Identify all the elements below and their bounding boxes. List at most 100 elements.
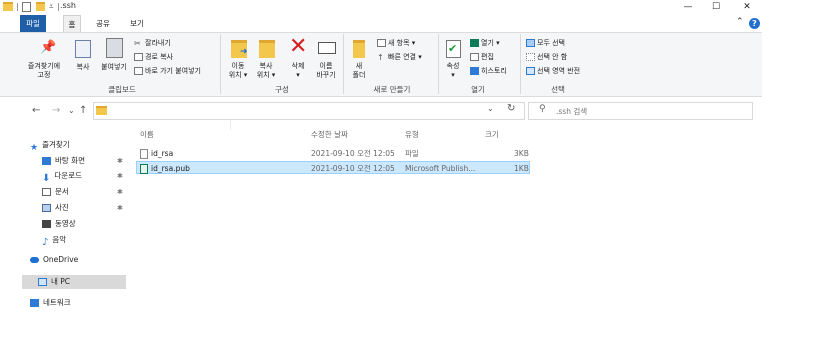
- collapse-ribbon-chevron-icon[interactable]: ⌃: [736, 17, 744, 27]
- nav-item-music[interactable]: ♪ 음악: [42, 233, 138, 248]
- group-separator: [220, 34, 221, 94]
- folder-icon: [3, 2, 13, 11]
- tab-view[interactable]: 보기: [126, 15, 148, 32]
- file-row-selected[interactable]: id_rsa.pub 2021-09-10 오전 12:05 Microsoft…: [136, 161, 530, 174]
- new-folder-icon: [353, 40, 365, 58]
- pin-icon: ✱: [117, 172, 123, 180]
- nav-item-pictures[interactable]: 사진: [42, 201, 138, 215]
- help-icon[interactable]: ?: [749, 18, 760, 29]
- copy-path-button[interactable]: 경로 복사: [134, 52, 173, 62]
- music-icon: ♪: [42, 237, 49, 248]
- file-row[interactable]: id_rsa 2021-09-10 오전 12:05 파일 3KB: [136, 147, 530, 160]
- pin-icon: ✱: [117, 157, 123, 165]
- nav-onedrive[interactable]: OneDrive: [30, 253, 126, 267]
- move-arrow-icon: ➜: [240, 47, 248, 57]
- open-label: 열기 ▾: [481, 39, 500, 47]
- column-header-type[interactable]: 유형: [405, 129, 419, 140]
- address-bar[interactable]: [93, 102, 525, 120]
- title-separator: [17, 3, 18, 11]
- refresh-icon[interactable]: ↻: [507, 103, 515, 114]
- select-none-button[interactable]: 선택 안 함: [526, 52, 567, 62]
- tab-file[interactable]: 파일: [20, 15, 46, 32]
- easy-access-button[interactable]: ↑ 빠른 연결 ▾: [377, 52, 422, 62]
- recent-locations-chevron-icon[interactable]: ⌄: [68, 106, 75, 115]
- easy-access-label: 빠른 연결 ▾: [388, 53, 422, 61]
- nav-item-desktop[interactable]: 바탕 화면: [42, 154, 138, 168]
- nav-this-pc-label: 내 PC: [51, 277, 71, 286]
- file-modified: 2021-09-10 오전 12:05: [311, 149, 395, 158]
- column-header-name[interactable]: 이름: [140, 129, 154, 140]
- group-separator: [438, 34, 439, 94]
- group-label-clipboard: 클립보드: [108, 85, 136, 94]
- paste-button[interactable]: 붙여넣기: [98, 63, 130, 72]
- picture-icon: [42, 204, 51, 212]
- paste-shortcut-icon: [134, 67, 143, 75]
- nav-item-videos[interactable]: 동영상: [42, 217, 138, 231]
- network-icon: [30, 299, 39, 307]
- video-icon: [42, 220, 51, 228]
- easy-access-icon: ↑: [377, 53, 384, 62]
- group-label-select: 선택: [551, 85, 565, 94]
- star-icon: ★: [30, 143, 39, 153]
- address-folder-icon: [96, 106, 107, 115]
- file-size: 1KB: [514, 164, 529, 173]
- cut-button[interactable]: ✂ 잘라내기: [134, 38, 171, 48]
- nav-item-label: 사진: [55, 203, 69, 212]
- nav-item-downloads[interactable]: ⬇ 다운로드: [42, 169, 138, 184]
- delete-button[interactable]: 삭제 ▾: [284, 62, 312, 80]
- pin-icon: ✱: [117, 188, 123, 196]
- column-header-modified[interactable]: 수정한 날짜: [311, 129, 348, 140]
- close-button[interactable]: ✕: [733, 0, 761, 14]
- rename-button[interactable]: 이름 바꾸기: [312, 62, 340, 80]
- tab-share[interactable]: 공유: [92, 15, 114, 32]
- pin-to-quick-access-button[interactable]: 즐겨찾기에 고정: [22, 62, 66, 80]
- nav-item-documents[interactable]: 문서: [42, 185, 138, 199]
- publisher-file-icon: [140, 164, 148, 174]
- pin-icon: 📌: [40, 40, 57, 55]
- group-label-open: 열기: [471, 85, 485, 94]
- nav-this-pc[interactable]: 내 PC: [22, 275, 126, 289]
- address-dropdown-chevron-icon[interactable]: ⌄: [487, 104, 494, 113]
- nav-onedrive-label: OneDrive: [43, 255, 79, 264]
- history-button[interactable]: 히스토리: [470, 66, 507, 76]
- new-folder-button[interactable]: 새 폴더: [346, 62, 372, 80]
- nav-quick-access[interactable]: ★ 즐겨찾기: [30, 138, 126, 153]
- quick-access-toolbar-chevron-icon[interactable]: ⩡: [49, 2, 54, 12]
- copy-path-icon: [134, 53, 143, 61]
- properties-button[interactable]: 속성 ▾: [441, 62, 465, 80]
- edit-label: 편집: [481, 53, 494, 61]
- paste-shortcut-button[interactable]: 바로 가기 붙여넣기: [134, 66, 201, 76]
- title-separator: [58, 3, 59, 11]
- search-icon: ⚲: [539, 104, 546, 114]
- new-item-icon: [377, 39, 386, 47]
- copy-to-button[interactable]: 복사 위치 ▾: [252, 62, 280, 80]
- column-header-size[interactable]: 크기: [485, 129, 499, 140]
- new-folder-quick-icon[interactable]: [36, 2, 45, 11]
- up-arrow-icon[interactable]: ↑: [79, 105, 87, 116]
- new-item-button[interactable]: 새 항목 ▾: [377, 38, 415, 48]
- properties-icon[interactable]: [22, 2, 31, 12]
- file-name-cell: id_rsa.pub: [140, 162, 190, 175]
- select-all-icon: [526, 39, 535, 47]
- move-to-button[interactable]: 이동 위치 ▾: [224, 62, 252, 80]
- computer-icon: [38, 278, 47, 286]
- minimize-button[interactable]: —: [674, 0, 702, 14]
- maximize-button[interactable]: ☐: [702, 0, 730, 14]
- open-button[interactable]: 열기 ▾: [470, 38, 500, 48]
- back-arrow-icon[interactable]: ←: [32, 105, 40, 116]
- invert-selection-icon: [526, 67, 535, 75]
- file-type: 파일: [405, 149, 419, 158]
- copy-button[interactable]: 복사: [71, 63, 95, 72]
- nav-quick-access-label: 즐겨찾기: [42, 140, 70, 149]
- file-size: 3KB: [514, 149, 529, 158]
- select-all-button[interactable]: 모두 선택: [526, 38, 565, 48]
- cut-label: 잘라내기: [145, 39, 171, 47]
- edit-button[interactable]: 편집: [470, 52, 494, 62]
- nav-network[interactable]: 네트워크: [30, 296, 126, 310]
- edit-icon: [470, 53, 479, 61]
- file-type: Microsoft Publish...: [405, 164, 476, 173]
- file-name-cell: id_rsa: [140, 147, 173, 160]
- forward-arrow-icon[interactable]: →: [52, 105, 60, 116]
- invert-selection-button[interactable]: 선택 영역 반전: [526, 66, 580, 76]
- tab-home[interactable]: 홈: [63, 15, 81, 32]
